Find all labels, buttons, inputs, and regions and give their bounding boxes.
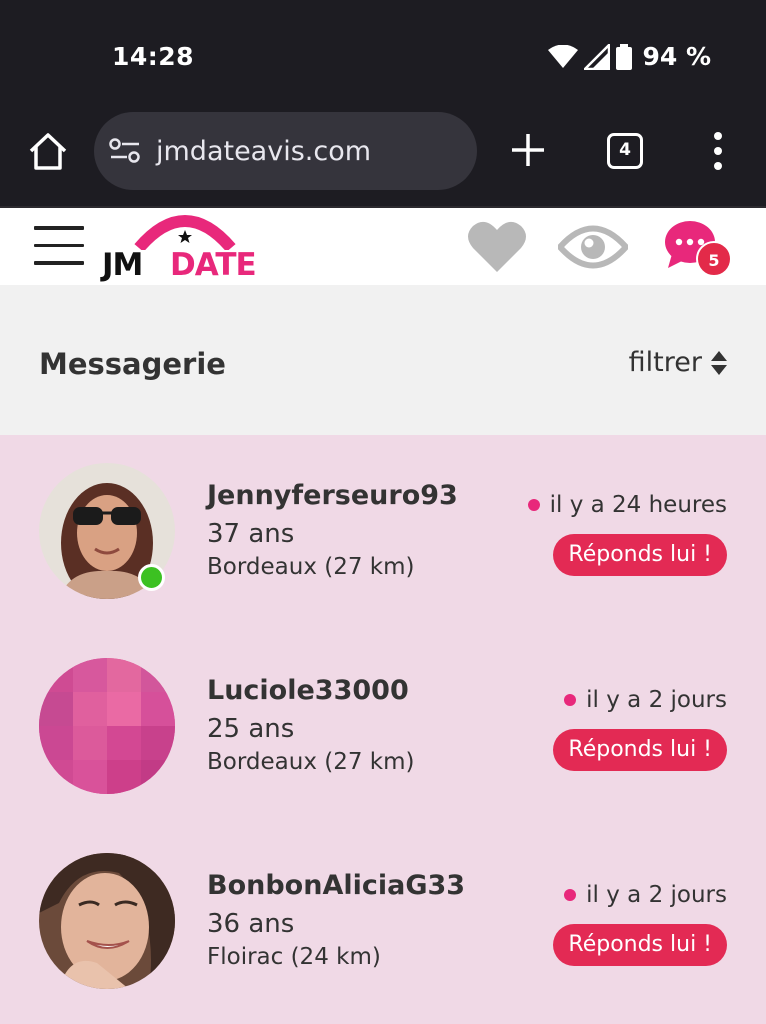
conversation-age: 25 ans	[207, 714, 295, 744]
message-count-badge: 5	[696, 241, 732, 277]
avatar[interactable]	[39, 658, 175, 794]
conversation-time-text: il y a 2 jours	[586, 882, 727, 908]
wifi-icon	[548, 44, 579, 68]
conversation-time: il y a 24 heures	[527, 492, 727, 518]
conversation-list: Jennyferseuro93 37 ans Bordeaux (27 km) …	[0, 435, 766, 1020]
battery-percent: 94 %	[642, 42, 711, 71]
signal-icon	[584, 43, 611, 70]
sort-icon	[711, 350, 727, 375]
unread-dot	[564, 694, 577, 706]
conversation-item[interactable]: BonbonAliciaG33 36 ans Floirac (24 km) i…	[0, 825, 766, 1020]
avatar[interactable]	[39, 853, 175, 989]
logo-jm: JM	[102, 247, 143, 283]
browser-toolbar: jmdateavis.com 4	[0, 100, 766, 206]
unread-dot	[564, 889, 577, 901]
conversation-time: il y a 2 jours	[564, 882, 727, 908]
status-time: 14:28	[112, 42, 195, 71]
reply-button[interactable]: Réponds lui !	[553, 534, 727, 576]
conversation-username[interactable]: Luciole33000	[207, 675, 409, 706]
heart-icon[interactable]	[467, 220, 527, 274]
conversation-username[interactable]: Jennyferseuro93	[207, 480, 458, 511]
conversation-city: Floirac (24 km)	[207, 944, 381, 970]
jmdate-logo[interactable]: JM DATE	[100, 210, 275, 285]
conversation-time: il y a 2 jours	[564, 687, 727, 713]
conversation-age: 36 ans	[207, 909, 295, 939]
conversation-time-text: il y a 24 heures	[549, 492, 727, 518]
filter-button[interactable]: filtrer	[629, 347, 728, 378]
home-icon[interactable]	[26, 130, 70, 174]
conversation-city: Bordeaux (27 km)	[207, 749, 415, 775]
reply-button[interactable]: Réponds lui !	[553, 729, 727, 771]
status-bar: 14:28 94 %	[0, 0, 766, 100]
unread-dot	[527, 499, 540, 511]
site-settings-icon[interactable]	[109, 137, 141, 165]
eye-icon[interactable]	[558, 222, 628, 272]
url-text[interactable]: jmdateavis.com	[156, 136, 371, 167]
conversation-age: 37 ans	[207, 519, 295, 549]
online-status-dot	[138, 564, 165, 591]
conversation-username[interactable]: BonbonAliciaG33	[207, 870, 465, 901]
conversation-item[interactable]: Luciole33000 25 ans Bordeaux (27 km) il …	[0, 630, 766, 825]
battery-icon	[616, 43, 633, 70]
filter-label: filtrer	[628, 347, 702, 378]
status-icons: 94 %	[548, 42, 711, 71]
logo-date: DATE	[170, 247, 257, 283]
conversation-city: Bordeaux (27 km)	[207, 554, 415, 580]
address-bar[interactable]: jmdateavis.com	[94, 112, 477, 190]
tabs-icon[interactable]: 4	[607, 133, 643, 169]
reply-button[interactable]: Réponds lui !	[553, 924, 727, 966]
title-bar: Messagerie filtrer	[0, 285, 766, 435]
new-tab-icon[interactable]	[508, 130, 548, 170]
logo-arc-icon	[134, 215, 236, 250]
page-title: Messagerie	[39, 347, 226, 381]
more-vert-icon[interactable]	[708, 130, 728, 172]
conversation-time-text: il y a 2 jours	[586, 687, 727, 713]
menu-icon[interactable]	[34, 226, 84, 266]
conversation-item[interactable]: Jennyferseuro93 37 ans Bordeaux (27 km) …	[0, 435, 766, 630]
app-header: JM DATE 5	[0, 206, 766, 285]
